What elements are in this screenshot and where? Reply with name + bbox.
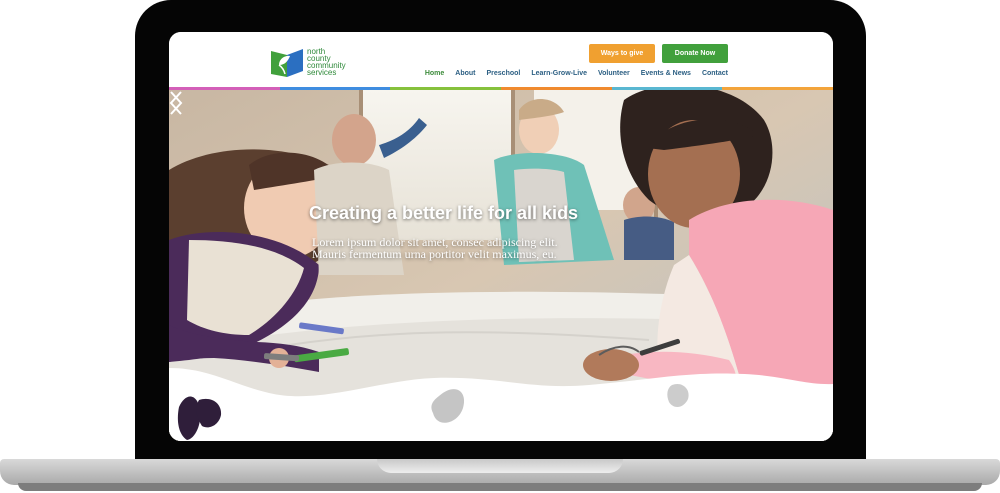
logo-line: services xyxy=(307,68,337,77)
hero-photo xyxy=(169,90,833,441)
nav-volunteer[interactable]: Volunteer xyxy=(598,70,630,82)
donate-now-button[interactable]: Donate Now xyxy=(662,44,728,63)
laptop-base-bottom xyxy=(18,483,982,491)
laptop-notch xyxy=(377,459,623,473)
hero-slider: Creating a better life for all kids Lore… xyxy=(169,90,833,441)
nav-about[interactable]: About xyxy=(455,70,475,82)
nav-preschool[interactable]: Preschool xyxy=(487,70,521,82)
leaf-book-icon xyxy=(271,49,303,77)
nav-events-news[interactable]: Events & News xyxy=(641,70,691,82)
site-logo[interactable]: north county community services xyxy=(269,47,374,87)
main-nav: Home About Preschool Learn-Grow-Live Vol… xyxy=(414,70,728,82)
hero-body-text: Lorem ipsum dolor sit amet, consec adipi… xyxy=(312,235,558,261)
hero-headline: Creating a better life for all kids xyxy=(309,203,579,223)
logo-text: north county community services xyxy=(307,48,346,77)
nav-home[interactable]: Home xyxy=(425,70,444,82)
site-header: north county community services Ways to … xyxy=(169,32,833,90)
website-screen: north county community services Ways to … xyxy=(169,32,833,441)
ways-to-give-button[interactable]: Ways to give xyxy=(589,44,655,63)
nav-learn-grow-live[interactable]: Learn-Grow-Live xyxy=(531,70,587,82)
chevron-right-icon[interactable] xyxy=(169,90,183,116)
nav-contact[interactable]: Contact xyxy=(702,70,728,82)
